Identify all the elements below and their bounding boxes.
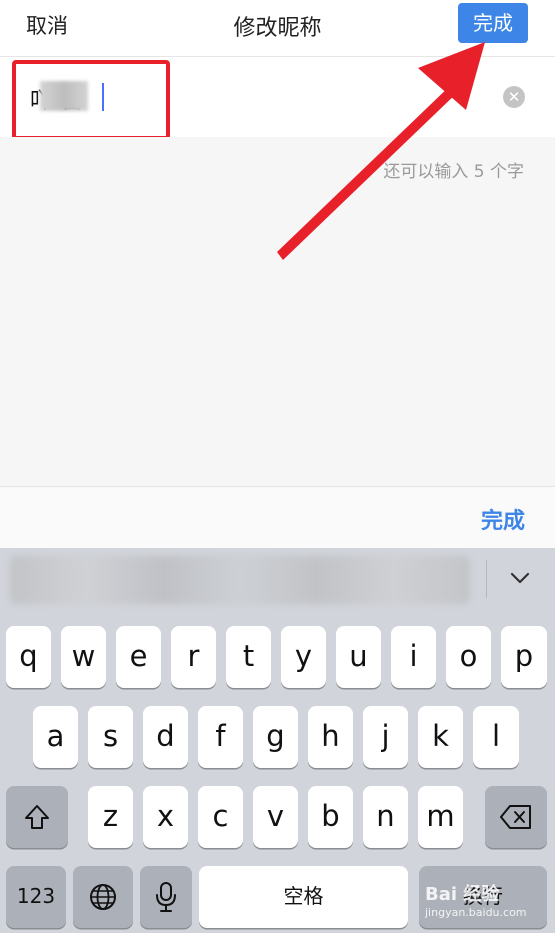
space-key[interactable]: 空格 [199, 866, 408, 928]
key-r[interactable]: r [171, 626, 216, 688]
numbers-key[interactable]: 123 [6, 866, 66, 928]
backspace-icon [500, 805, 531, 829]
keyboard: q w e r t y u i o p a s d f g h j k l z … [0, 548, 555, 933]
suggestion-bar [0, 548, 555, 610]
shift-icon [25, 805, 49, 829]
globe-icon [90, 884, 116, 910]
key-j[interactable]: j [363, 706, 408, 768]
key-t[interactable]: t [226, 626, 271, 688]
key-p[interactable]: p [501, 626, 547, 688]
key-a[interactable]: a [33, 706, 78, 768]
shift-key[interactable] [6, 786, 68, 848]
key-o[interactable]: o [446, 626, 491, 688]
key-d[interactable]: d [143, 706, 188, 768]
clear-icon[interactable]: ✕ [503, 86, 525, 108]
chevron-down-icon[interactable] [508, 566, 532, 590]
key-h[interactable]: h [308, 706, 353, 768]
globe-key[interactable] [73, 866, 133, 928]
watermark-url: jingyan.baidu.com [425, 906, 527, 919]
watermark-brand: Bai 经验 [425, 884, 500, 905]
nav-bar: 取消 修改昵称 完成 [0, 0, 555, 57]
key-m[interactable]: m [418, 786, 463, 848]
char-count-hint: 还可以输入 5 个字 [383, 162, 524, 182]
key-k[interactable]: k [418, 706, 463, 768]
baidu-jingyan-watermark: Bai 经验 jingyan.baidu.com [425, 880, 527, 919]
key-c[interactable]: c [198, 786, 243, 848]
key-z[interactable]: z [88, 786, 133, 848]
key-n[interactable]: n [363, 786, 408, 848]
key-v[interactable]: v [253, 786, 298, 848]
key-g[interactable]: g [253, 706, 298, 768]
suggestion-divider [486, 560, 487, 598]
key-e[interactable]: e [116, 626, 161, 688]
key-w[interactable]: w [61, 626, 106, 688]
backspace-key[interactable] [485, 786, 547, 848]
microphone-icon [156, 882, 176, 912]
key-s[interactable]: s [88, 706, 133, 768]
key-b[interactable]: b [308, 786, 353, 848]
annotation-highlight-box [12, 60, 170, 140]
blurred-suggestions[interactable] [10, 556, 470, 604]
done-button[interactable]: 完成 [458, 3, 528, 43]
key-u[interactable]: u [336, 626, 381, 688]
accessory-done-button[interactable]: 完成 [481, 503, 525, 535]
keyboard-accessory-bar: 完成 [0, 486, 555, 549]
key-y[interactable]: y [281, 626, 326, 688]
content-area: 还可以输入 5 个字 [0, 137, 555, 486]
key-x[interactable]: x [143, 786, 188, 848]
key-q[interactable]: q [6, 626, 51, 688]
key-i[interactable]: i [391, 626, 436, 688]
microphone-key[interactable] [140, 866, 192, 928]
key-f[interactable]: f [198, 706, 243, 768]
key-l[interactable]: l [473, 706, 519, 768]
